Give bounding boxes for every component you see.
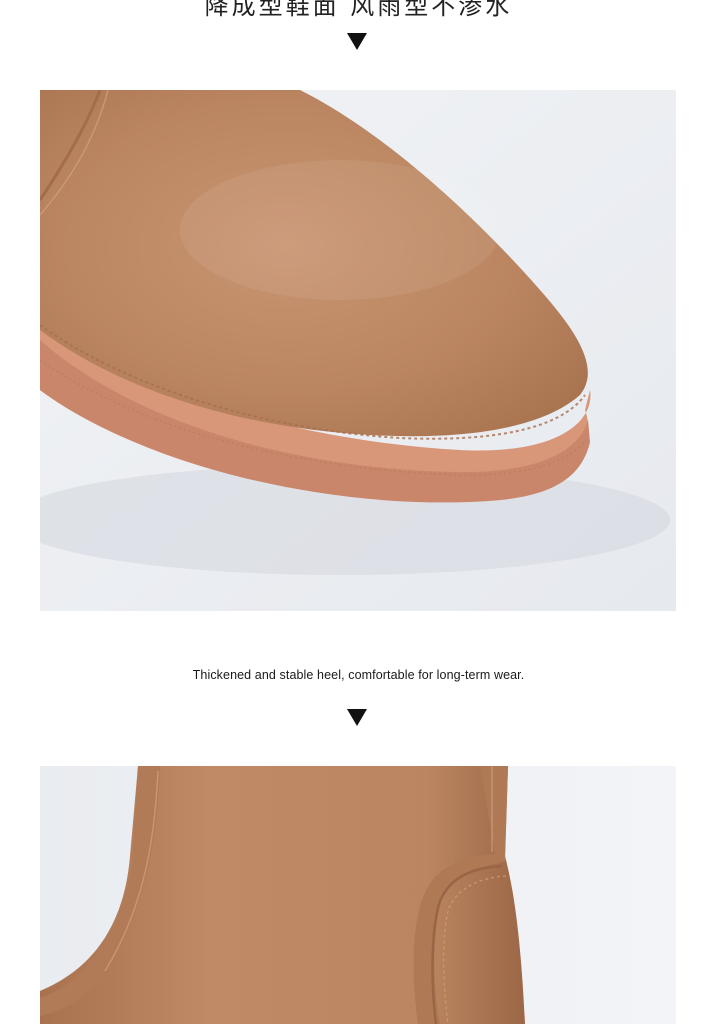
boot-side-image [40,766,676,1024]
heel-caption: Thickened and stable heel, comfortable f… [192,668,525,682]
top-caption: 降成型鞋面 风雨型不渗水 [204,0,513,20]
boot-toe-closeup-image [40,90,676,611]
down-triangle-icon [347,709,367,726]
down-triangle-icon [347,33,367,50]
